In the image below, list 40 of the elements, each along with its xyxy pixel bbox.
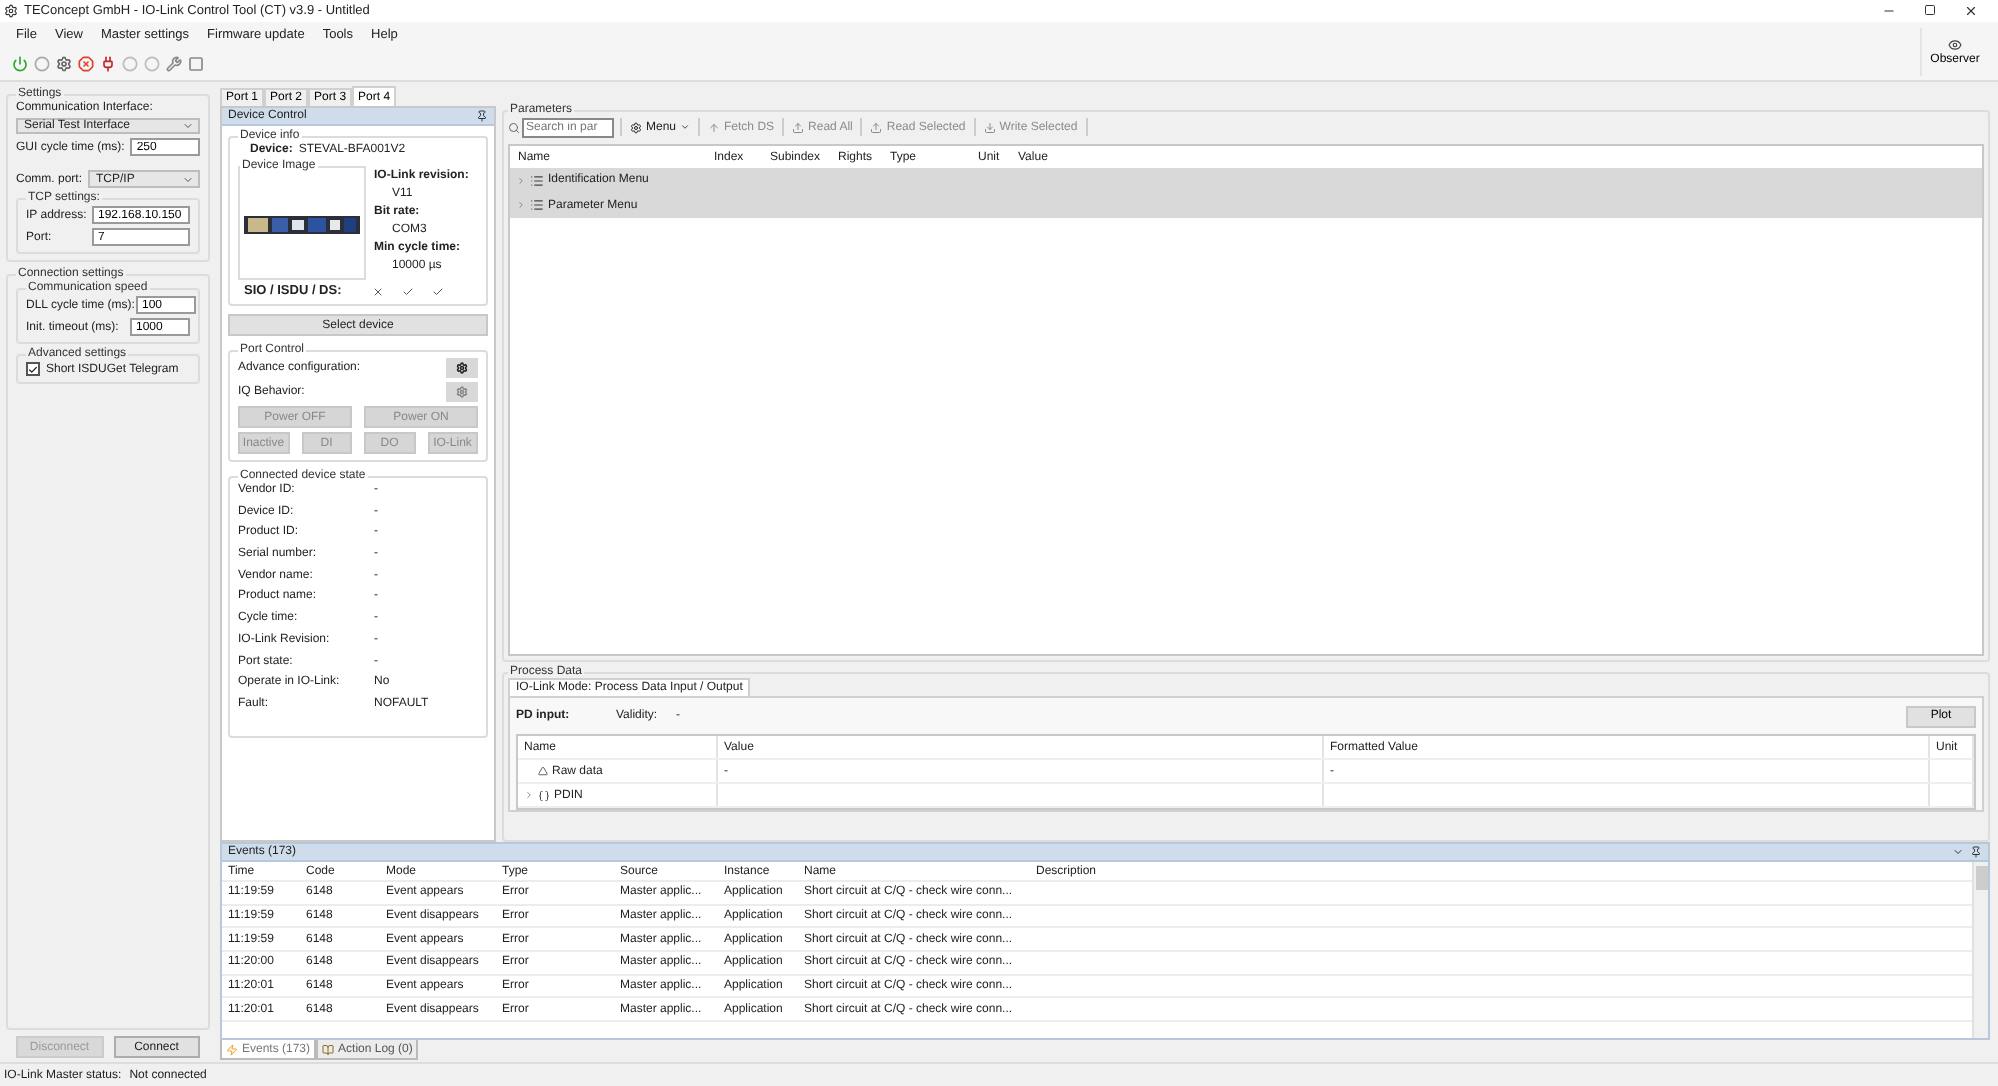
list-icon bbox=[530, 198, 544, 213]
minimize-icon[interactable] bbox=[1882, 4, 1896, 18]
lightning-icon bbox=[226, 1043, 238, 1055]
square-icon[interactable] bbox=[188, 55, 204, 71]
power-icon[interactable] bbox=[12, 55, 28, 71]
eye-icon bbox=[1948, 38, 1962, 52]
search-icon bbox=[508, 121, 520, 133]
settings-button[interactable] bbox=[446, 358, 478, 378]
maximize-icon[interactable] bbox=[1924, 4, 1936, 16]
caret-icon bbox=[680, 122, 691, 132]
pin-icon[interactable] bbox=[476, 110, 488, 122]
expand-icon[interactable] bbox=[516, 175, 526, 186]
circle-icon[interactable] bbox=[144, 55, 160, 71]
checkbox[interactable] bbox=[26, 362, 40, 376]
dropdown-icon[interactable] bbox=[1952, 846, 1964, 858]
triangle-icon bbox=[538, 766, 548, 776]
pin-icon[interactable] bbox=[1970, 846, 1982, 858]
expand-icon[interactable] bbox=[516, 200, 526, 211]
gear-icon bbox=[456, 362, 468, 374]
plug-icon[interactable] bbox=[100, 55, 116, 71]
download-icon bbox=[983, 121, 996, 133]
list-icon bbox=[530, 173, 544, 188]
app-logo-icon bbox=[4, 4, 18, 18]
chevron-icon bbox=[182, 173, 194, 185]
upload-icon bbox=[792, 121, 805, 133]
circle-icon[interactable] bbox=[34, 55, 50, 71]
close-icon[interactable] bbox=[1964, 4, 1978, 18]
upload-icon bbox=[870, 121, 883, 133]
scrollbar[interactable] bbox=[1972, 862, 1988, 1038]
stop-icon[interactable] bbox=[78, 55, 94, 71]
arrow-up-icon bbox=[708, 121, 721, 133]
circle-icon[interactable] bbox=[122, 55, 138, 71]
wrench-icon[interactable] bbox=[166, 55, 182, 71]
braces-icon bbox=[538, 789, 550, 801]
gear-icon bbox=[630, 121, 642, 133]
book-icon bbox=[322, 1043, 335, 1055]
expand-icon[interactable] bbox=[524, 790, 534, 800]
gear-icon[interactable] bbox=[56, 55, 72, 71]
chevron-icon bbox=[182, 120, 194, 132]
gear-icon bbox=[456, 386, 468, 398]
